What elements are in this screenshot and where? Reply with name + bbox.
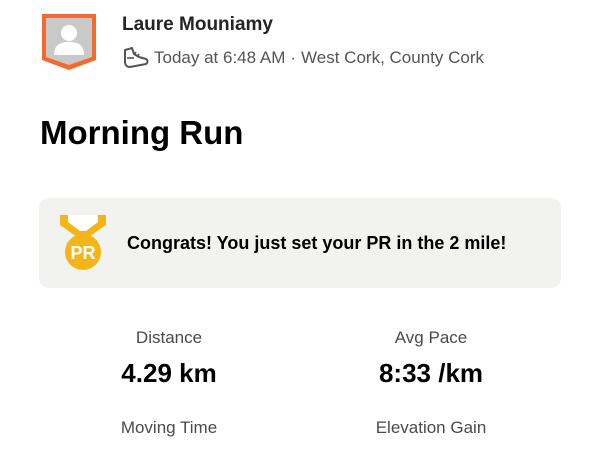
stat-distance-label: Distance xyxy=(135,328,203,347)
meta-separator: · xyxy=(290,48,297,67)
activity-header: Laure Mouniamy Today at 6:48 AM · West C… xyxy=(40,10,560,74)
activity-time: Today at 6:48 AM xyxy=(154,48,286,67)
medal-text: PR xyxy=(70,243,95,263)
athlete-name[interactable]: Laure Mouniamy xyxy=(122,14,273,36)
activity-location: West Cork, County Cork xyxy=(301,48,485,67)
stat-distance: Distance 4.29 km xyxy=(69,328,269,389)
stat-moving-time: Moving Time xyxy=(69,418,269,438)
achievement-message: Congrats! You just set your PR in the 2 … xyxy=(127,232,507,253)
stat-pace: Avg Pace 8:33 /km xyxy=(331,328,531,389)
activity-title: Morning Run xyxy=(40,114,244,151)
activity-page: Laure Mouniamy Today at 6:48 AM · West C… xyxy=(0,0,600,450)
achievement-card[interactable]: PR Congrats! You just set your PR in the… xyxy=(39,198,561,288)
stat-pace-label: Avg Pace xyxy=(394,328,468,347)
stat-elevation-label: Elevation Gain xyxy=(375,418,487,437)
stat-distance-value: 4.29 km xyxy=(121,358,217,388)
stat-moving-time-label: Moving Time xyxy=(120,418,218,437)
stat-pace-value: 8:33 /km xyxy=(378,358,484,388)
activity-meta: Today at 6:48 AM · West Cork, County Cor… xyxy=(122,45,484,71)
pr-medal-icon: PR xyxy=(60,215,106,270)
athlete-avatar[interactable] xyxy=(40,12,98,72)
stat-elevation: Elevation Gain xyxy=(331,418,531,438)
running-shoe-icon xyxy=(124,47,149,68)
